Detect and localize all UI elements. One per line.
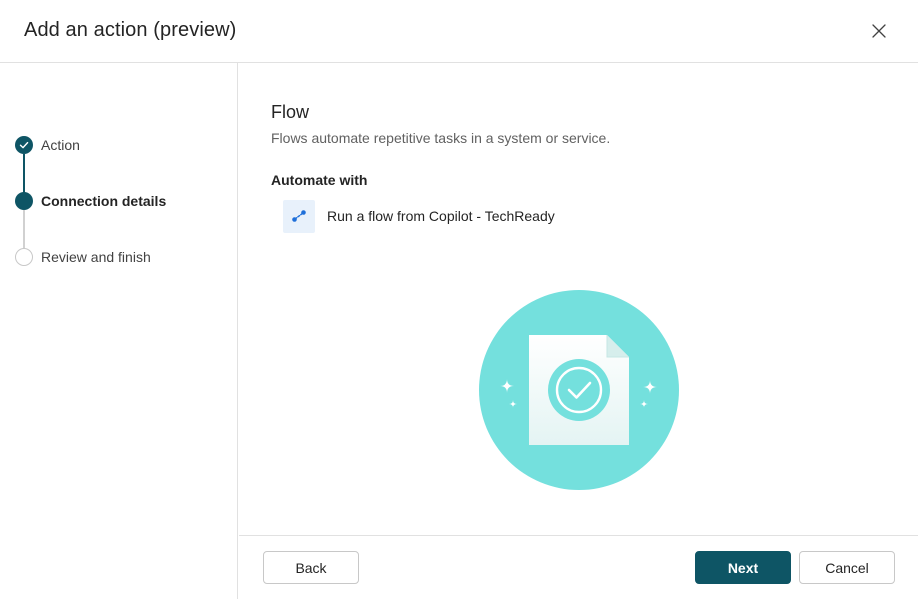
step-action[interactable]: Action <box>15 135 80 155</box>
step-done-indicator <box>15 136 33 154</box>
main-content: Flow Flows automate repetitive tasks in … <box>239 63 918 535</box>
step-label-action: Action <box>41 137 80 153</box>
dialog-header: Add an action (preview) <box>0 0 918 63</box>
dialog-footer: Back Next Cancel <box>239 535 918 599</box>
back-button[interactable]: Back <box>263 551 359 584</box>
section-title: Flow <box>271 102 310 122</box>
step-pending-indicator <box>15 248 33 266</box>
checkmark-icon <box>19 141 29 149</box>
flow-icon <box>283 199 315 233</box>
flow-option[interactable]: Run a flow from Copilot - TechReady <box>283 199 555 233</box>
step-connector-done <box>23 154 25 193</box>
document-check-illustration <box>479 290 679 490</box>
flow-name: Run a flow from Copilot - TechReady <box>327 208 555 224</box>
step-label-connection-details: Connection details <box>41 193 167 209</box>
dialog-title: Add an action (preview) <box>24 19 237 41</box>
add-action-dialog: Add an action (preview) Action Connectio… <box>0 0 918 599</box>
step-connector-pending <box>23 210 25 249</box>
step-current-indicator <box>15 192 33 210</box>
automate-with-label: Automate with <box>271 172 368 188</box>
step-label-review-and-finish: Review and finish <box>41 249 151 265</box>
close-icon <box>872 24 886 38</box>
next-button[interactable]: Next <box>695 551 791 584</box>
step-connection-details[interactable]: Connection details <box>15 191 166 211</box>
section-description: Flows automate repetitive tasks in a sys… <box>271 130 611 146</box>
step-sidebar: Action Connection details Review and fin… <box>0 63 238 599</box>
cancel-button[interactable]: Cancel <box>799 551 895 584</box>
step-review-and-finish[interactable]: Review and finish <box>15 247 151 267</box>
close-button[interactable] <box>866 18 892 44</box>
